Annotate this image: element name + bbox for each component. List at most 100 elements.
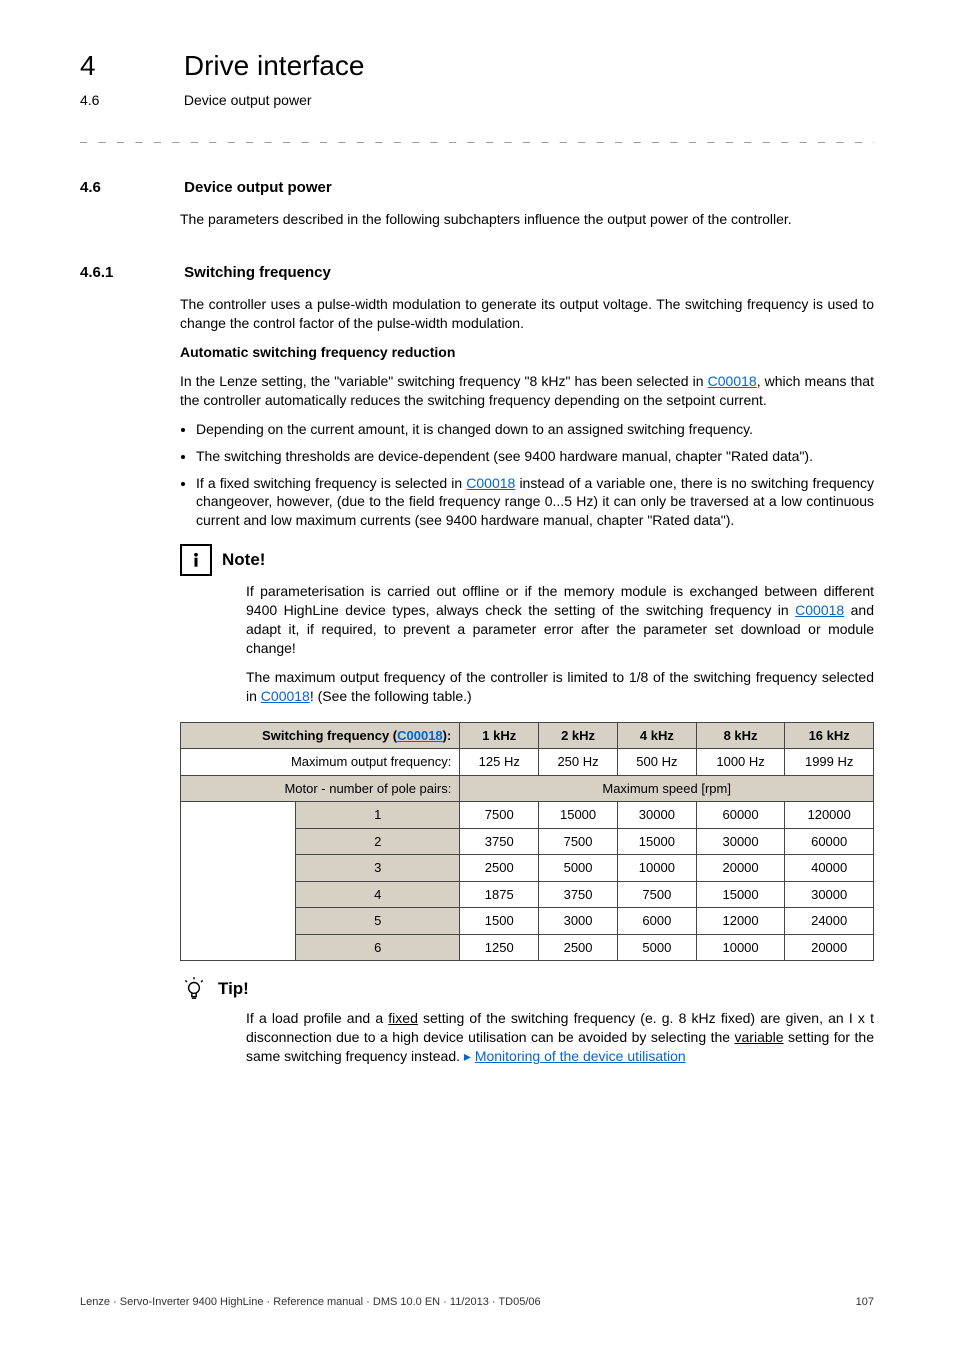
cell: 15000: [696, 881, 785, 908]
text: ):: [443, 728, 452, 743]
chapter-title: Drive interface: [184, 50, 365, 81]
page-header: 4 Drive interface 4.6 Device output powe…: [80, 47, 874, 110]
cell: 20000: [785, 934, 874, 961]
text: ! (See the following table.): [310, 688, 472, 704]
code-link-c00018[interactable]: C00018: [397, 728, 443, 743]
col-header: 1 kHz: [460, 722, 539, 749]
tip-callout: Tip! If a load profile and a fixed setti…: [180, 975, 874, 1066]
list-item: Depending on the current amount, it is c…: [196, 420, 874, 439]
text: In the Lenze setting, the "variable" swi…: [180, 373, 708, 389]
note-callout: Note! If parameterisation is carried out…: [180, 544, 874, 705]
code-link-c00018[interactable]: C00018: [261, 688, 310, 704]
span-header: Maximum speed [rpm]: [460, 775, 874, 802]
pole-pair: 2: [296, 828, 460, 855]
chapter-number: 4: [80, 47, 180, 85]
cell: 20000: [696, 855, 785, 882]
table-row: Maximum output frequency: 125 Hz 250 Hz …: [181, 749, 874, 776]
page-number: 107: [856, 1295, 874, 1310]
pole-pair: 6: [296, 934, 460, 961]
cell: 7500: [460, 802, 539, 829]
cell: 1500: [460, 908, 539, 935]
divider: _ _ _ _ _ _ _ _ _ _ _ _ _ _ _ _ _ _ _ _ …: [80, 128, 874, 144]
cell: 3750: [460, 828, 539, 855]
table-header-label: Switching frequency (C00018):: [181, 722, 460, 749]
pole-pair: 1: [296, 802, 460, 829]
cell: 40000: [785, 855, 874, 882]
monitoring-link[interactable]: Monitoring of the device utilisation: [475, 1048, 686, 1064]
cell: 5000: [539, 855, 618, 882]
row-label: Motor - number of pole pairs:: [181, 775, 460, 802]
empty-cell: [181, 802, 296, 961]
cell: 7500: [617, 881, 696, 908]
pole-pair: 5: [296, 908, 460, 935]
cell: 1250: [460, 934, 539, 961]
col-header: 4 kHz: [617, 722, 696, 749]
section-number-header: 4.6: [80, 91, 180, 110]
cell: 250 Hz: [539, 749, 618, 776]
cell: 60000: [696, 802, 785, 829]
note-para-1: If parameterisation is carried out offli…: [246, 582, 874, 658]
table-row: 1 7500 15000 30000 60000 120000: [181, 802, 874, 829]
list-item: If a fixed switching frequency is select…: [196, 474, 874, 531]
text: If parameterisation is carried out offli…: [246, 583, 874, 618]
cell: 5000: [617, 934, 696, 961]
cell: 15000: [539, 802, 618, 829]
tip-title: Tip!: [218, 978, 249, 1001]
cell: 10000: [696, 934, 785, 961]
cell: 30000: [696, 828, 785, 855]
cell: 7500: [539, 828, 618, 855]
underline-text: variable: [735, 1029, 784, 1045]
lightbulb-icon: [180, 975, 208, 1003]
section-4-6-1-para: The controller uses a pulse-width modula…: [180, 295, 874, 333]
table-row: Motor - number of pole pairs: Maximum sp…: [181, 775, 874, 802]
pole-pair: 4: [296, 881, 460, 908]
cell: 120000: [785, 802, 874, 829]
note-para-2: The maximum output frequency of the cont…: [246, 668, 874, 706]
cell: 15000: [617, 828, 696, 855]
cell: 2500: [539, 934, 618, 961]
note-title: Note!: [222, 549, 265, 572]
section-number: 4.6.1: [80, 263, 180, 283]
footer-text: Lenze · Servo-Inverter 9400 HighLine · R…: [80, 1295, 541, 1310]
cell: 1000 Hz: [696, 749, 785, 776]
col-header: 2 kHz: [539, 722, 618, 749]
cell: 1875: [460, 881, 539, 908]
switching-frequency-table: Switching frequency (C00018): 1 kHz 2 kH…: [180, 722, 874, 962]
cell: 30000: [617, 802, 696, 829]
code-link-c00018[interactable]: C00018: [795, 602, 844, 618]
section-number: 4.6: [80, 178, 180, 198]
cell: 30000: [785, 881, 874, 908]
text: If a load profile and a: [246, 1010, 388, 1026]
section-4-6-para: The parameters described in the followin…: [180, 210, 874, 229]
cell: 500 Hz: [617, 749, 696, 776]
cell: 2500: [460, 855, 539, 882]
page-footer: Lenze · Servo-Inverter 9400 HighLine · R…: [80, 1295, 874, 1310]
info-icon: [180, 544, 212, 576]
cell: 6000: [617, 908, 696, 935]
section-title: Device output power: [184, 179, 332, 196]
col-header: 16 kHz: [785, 722, 874, 749]
code-link-c00018[interactable]: C00018: [466, 475, 515, 491]
cell: 60000: [785, 828, 874, 855]
cell: 1999 Hz: [785, 749, 874, 776]
col-header: 8 kHz: [696, 722, 785, 749]
bullet-list: Depending on the current amount, it is c…: [180, 420, 874, 530]
section-4-6-1-heading: 4.6.1 Switching frequency: [80, 263, 874, 283]
code-link-c00018[interactable]: C00018: [708, 373, 757, 389]
table-row: Switching frequency (C00018): 1 kHz 2 kH…: [181, 722, 874, 749]
section-title: Switching frequency: [184, 264, 331, 281]
section-4-6-heading: 4.6 Device output power: [80, 178, 874, 198]
auto-reduction-heading: Automatic switching frequency reduction: [180, 344, 455, 360]
auto-reduction-para: In the Lenze setting, the "variable" swi…: [180, 372, 874, 410]
text: Switching frequency (: [262, 728, 397, 743]
pole-pair: 3: [296, 855, 460, 882]
cell: 24000: [785, 908, 874, 935]
cell: 3750: [539, 881, 618, 908]
arrow-icon: ▸: [464, 1048, 471, 1064]
text: If a fixed switching frequency is select…: [196, 475, 466, 491]
cell: 12000: [696, 908, 785, 935]
list-item: The switching thresholds are device-depe…: [196, 447, 874, 466]
row-label: Maximum output frequency:: [181, 749, 460, 776]
tip-para: If a load profile and a fixed setting of…: [246, 1009, 874, 1066]
cell: 125 Hz: [460, 749, 539, 776]
